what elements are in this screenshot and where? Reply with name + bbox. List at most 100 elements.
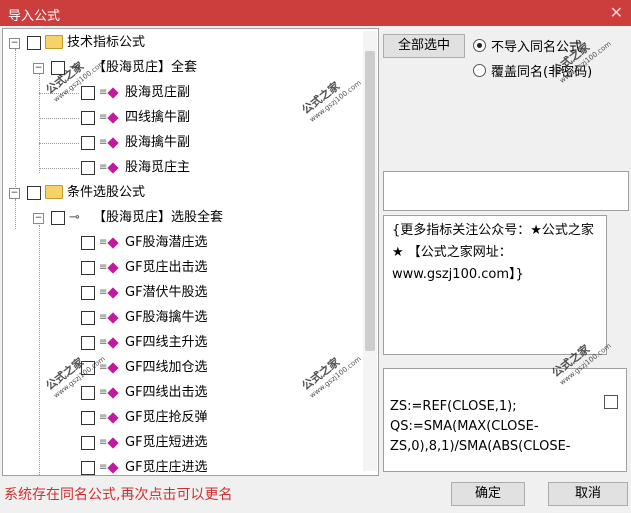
formula-icon: ≡ xyxy=(99,87,108,98)
code-line: QS:=SMA(MAX(CLOSE- xyxy=(390,419,539,434)
tree-item[interactable]: ≡ GF觅庄出击选 xyxy=(81,257,301,279)
item-label: 股海擒牛副 xyxy=(125,135,191,150)
formula-diamond-icon xyxy=(107,137,119,149)
tree-guide xyxy=(39,73,40,173)
item-label: GF潜伏牛股选 xyxy=(125,285,208,300)
formula-diamond-icon xyxy=(107,262,119,274)
formula-icon: ≡ xyxy=(99,437,108,448)
formula-diamond-icon xyxy=(107,87,119,99)
collapse-icon[interactable]: − xyxy=(33,63,44,74)
formula-diamond-icon xyxy=(107,287,119,299)
item-checkbox[interactable] xyxy=(81,261,95,275)
formula-diamond-icon xyxy=(107,237,119,249)
tree-item[interactable]: ≡ GF觅庄短进选 xyxy=(81,432,301,454)
item-label: GF四线出击选 xyxy=(125,385,208,400)
tree-item[interactable]: ≡ GF觅庄抢反弹 xyxy=(81,407,301,429)
tree-node-subgroup[interactable]: − ⊸ 【股海觅庄】选股全套 xyxy=(33,207,293,229)
item-checkbox[interactable] xyxy=(81,236,95,250)
formula-icon: ≡ xyxy=(99,387,108,398)
formula-diamond-icon xyxy=(107,387,119,399)
item-label: GF股海擒牛选 xyxy=(125,310,208,325)
collapse-icon[interactable]: − xyxy=(9,188,20,199)
window-title: 导入公式 xyxy=(8,9,61,24)
item-label: GF四线主升选 xyxy=(125,335,208,350)
options-panel: 全部选中 不导入同名公式 覆盖同名(非密码) {更多指标关注公众号：★公式之家★… xyxy=(381,28,630,474)
item-checkbox[interactable] xyxy=(81,411,95,425)
item-label: GF觅庄庄进选 xyxy=(125,460,208,475)
cancel-button[interactable]: 取消 xyxy=(548,482,628,506)
formula-icon: ≡ xyxy=(99,237,108,248)
tree-guide xyxy=(39,143,79,144)
watermark: 公式之家 www.gszj100.com xyxy=(298,342,363,400)
item-label: GF觅庄出击选 xyxy=(125,260,208,275)
description-text: {更多指标关注公众号：★公式之家★ 【公式之家网址：www.gszj100.co… xyxy=(392,223,594,282)
item-checkbox[interactable] xyxy=(81,136,95,150)
item-checkbox[interactable] xyxy=(81,161,95,175)
item-checkbox[interactable] xyxy=(81,111,95,125)
code-line: ZS,0),8,1)/SMA(ABS(CLOSE- xyxy=(390,439,571,454)
tree-item[interactable]: ≡ GF觅庄庄进选 xyxy=(81,457,301,475)
item-checkbox[interactable] xyxy=(81,311,95,325)
tree-item[interactable]: ≡ GF股海潜庄选 xyxy=(81,232,301,254)
node-checkbox[interactable] xyxy=(51,211,65,225)
collapse-icon[interactable]: − xyxy=(9,38,20,49)
formula-diamond-icon xyxy=(107,112,119,124)
item-label: GF觅庄抢反弹 xyxy=(125,410,208,425)
formula-icon: ≡ xyxy=(99,162,108,173)
item-checkbox[interactable] xyxy=(81,436,95,450)
node-label: 技术指标公式 xyxy=(67,35,146,50)
title-bar: 导入公式 ✕ xyxy=(0,0,631,26)
tree-node-group[interactable]: − 技术指标公式 xyxy=(9,32,209,54)
item-label: 四线擒牛副 xyxy=(125,110,191,125)
tree-item[interactable]: ≡ GF股海擒牛选 xyxy=(81,307,301,329)
radio-skip-same-name[interactable] xyxy=(473,39,486,52)
item-label: 股海觅庄主 xyxy=(125,160,191,175)
item-label: GF觅庄短进选 xyxy=(125,435,208,450)
formula-icon: ≡ xyxy=(99,262,108,273)
ok-button[interactable]: 确定 xyxy=(451,482,525,506)
formula-diamond-icon xyxy=(107,437,119,449)
item-label: 股海觅庄副 xyxy=(125,85,191,100)
folder-icon xyxy=(45,35,63,49)
formula-icon: ≡ xyxy=(99,287,108,298)
tree-item[interactable]: ≡ 股海擒牛副 xyxy=(81,132,281,154)
item-checkbox[interactable] xyxy=(81,286,95,300)
tree-guide xyxy=(39,225,40,475)
item-checkbox[interactable] xyxy=(81,461,95,475)
tree-item[interactable]: ≡ GF四线加仓选 xyxy=(81,357,301,379)
tree-item[interactable]: ≡ 四线擒牛副 xyxy=(81,107,281,129)
formula-icon: ≡ xyxy=(99,137,108,148)
formula-icon: ≡ xyxy=(99,312,108,323)
node-label: 【股海觅庄】选股全套 xyxy=(93,210,224,225)
tree-node-group[interactable]: − 条件选股公式 xyxy=(9,182,209,204)
formula-icon: ≡ xyxy=(99,412,108,423)
formula-diamond-icon xyxy=(107,462,119,474)
formula-diamond-icon xyxy=(107,162,119,174)
tree-scrollbar[interactable] xyxy=(363,31,377,471)
tree-item[interactable]: ≡ GF四线主升选 xyxy=(81,332,301,354)
node-checkbox[interactable] xyxy=(27,36,41,50)
code-line: ZS:=REF(CLOSE,1); xyxy=(390,399,517,414)
tree-item[interactable]: ≡ GF潜伏牛股选 xyxy=(81,282,301,304)
tree-item[interactable]: ≡ 股海觅庄主 xyxy=(81,157,281,179)
code-checkbox[interactable] xyxy=(604,395,618,409)
tree-item[interactable]: ≡ GF四线出击选 xyxy=(81,382,301,404)
node-label: 【股海觅庄】全套 xyxy=(93,60,198,75)
description-box: {更多指标关注公众号：★公式之家★ 【公式之家网址：www.gszj100.co… xyxy=(383,215,607,355)
tree-guide xyxy=(15,49,16,199)
collapse-icon[interactable]: − xyxy=(33,213,44,224)
formula-diamond-icon xyxy=(107,337,119,349)
formula-tree[interactable]: − 技术指标公式 − ⊸ 【股海觅庄】全套 ≡ 股海觅庄副 ≡ 四线擒牛副 ≡ … xyxy=(2,28,379,476)
tree-item[interactable]: ≡ 股海觅庄副 xyxy=(81,82,281,104)
tree-guide xyxy=(39,168,79,169)
node-label: 条件选股公式 xyxy=(67,185,146,200)
radio-overwrite-same-name[interactable] xyxy=(473,64,486,77)
item-checkbox[interactable] xyxy=(81,86,95,100)
select-all-button[interactable]: 全部选中 xyxy=(383,34,465,58)
node-checkbox[interactable] xyxy=(27,186,41,200)
item-checkbox[interactable] xyxy=(81,386,95,400)
scrollbar-thumb[interactable] xyxy=(365,51,375,351)
close-icon[interactable]: ✕ xyxy=(610,3,623,22)
formula-icon: ≡ xyxy=(99,112,108,123)
empty-field xyxy=(383,171,629,211)
